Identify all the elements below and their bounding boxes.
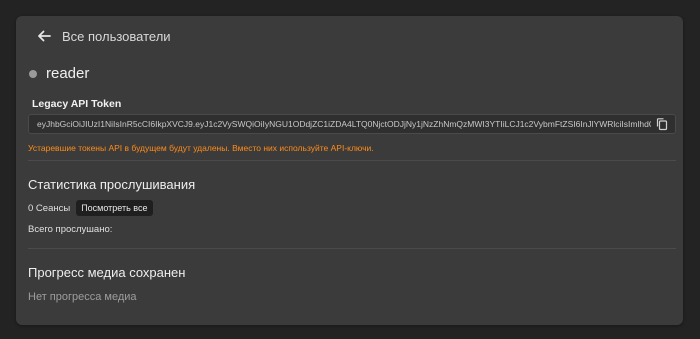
arrow-left-icon[interactable] xyxy=(36,28,52,44)
view-all-button[interactable]: Посмотреть все xyxy=(76,200,153,216)
divider xyxy=(28,160,676,161)
online-status-indicator xyxy=(29,69,37,78)
token-deprecation-warning: Устаревшие токены API в будущем будут уд… xyxy=(28,143,374,153)
divider xyxy=(28,248,676,249)
token-field[interactable]: eyJhbGciOiJIUzI1NiIsInR5cCI6IkpXVCJ9.eyJ… xyxy=(28,114,676,134)
token-value[interactable]: eyJhbGciOiJIUzI1NiIsInR5cCI6IkpXVCJ9.eyJ… xyxy=(29,119,651,129)
media-progress-title: Прогресс медиа сохранен xyxy=(28,265,186,280)
total-listened: Всего прослушано: xyxy=(28,224,113,235)
back-to-users-link[interactable]: Все пользователи xyxy=(36,28,171,44)
user-header: reader xyxy=(29,65,89,82)
sessions-row: 0 Сеансы Посмотреть все xyxy=(28,200,153,216)
no-progress-text: Нет прогресса медиа xyxy=(28,291,137,303)
copy-icon[interactable] xyxy=(655,117,669,131)
sessions-count: 0 Сеансы xyxy=(28,202,71,214)
listening-stats-title: Статистика прослушивания xyxy=(28,177,196,192)
token-label: Legacy API Token xyxy=(32,98,122,110)
username: reader xyxy=(46,65,90,82)
back-label[interactable]: Все пользователи xyxy=(62,29,171,44)
